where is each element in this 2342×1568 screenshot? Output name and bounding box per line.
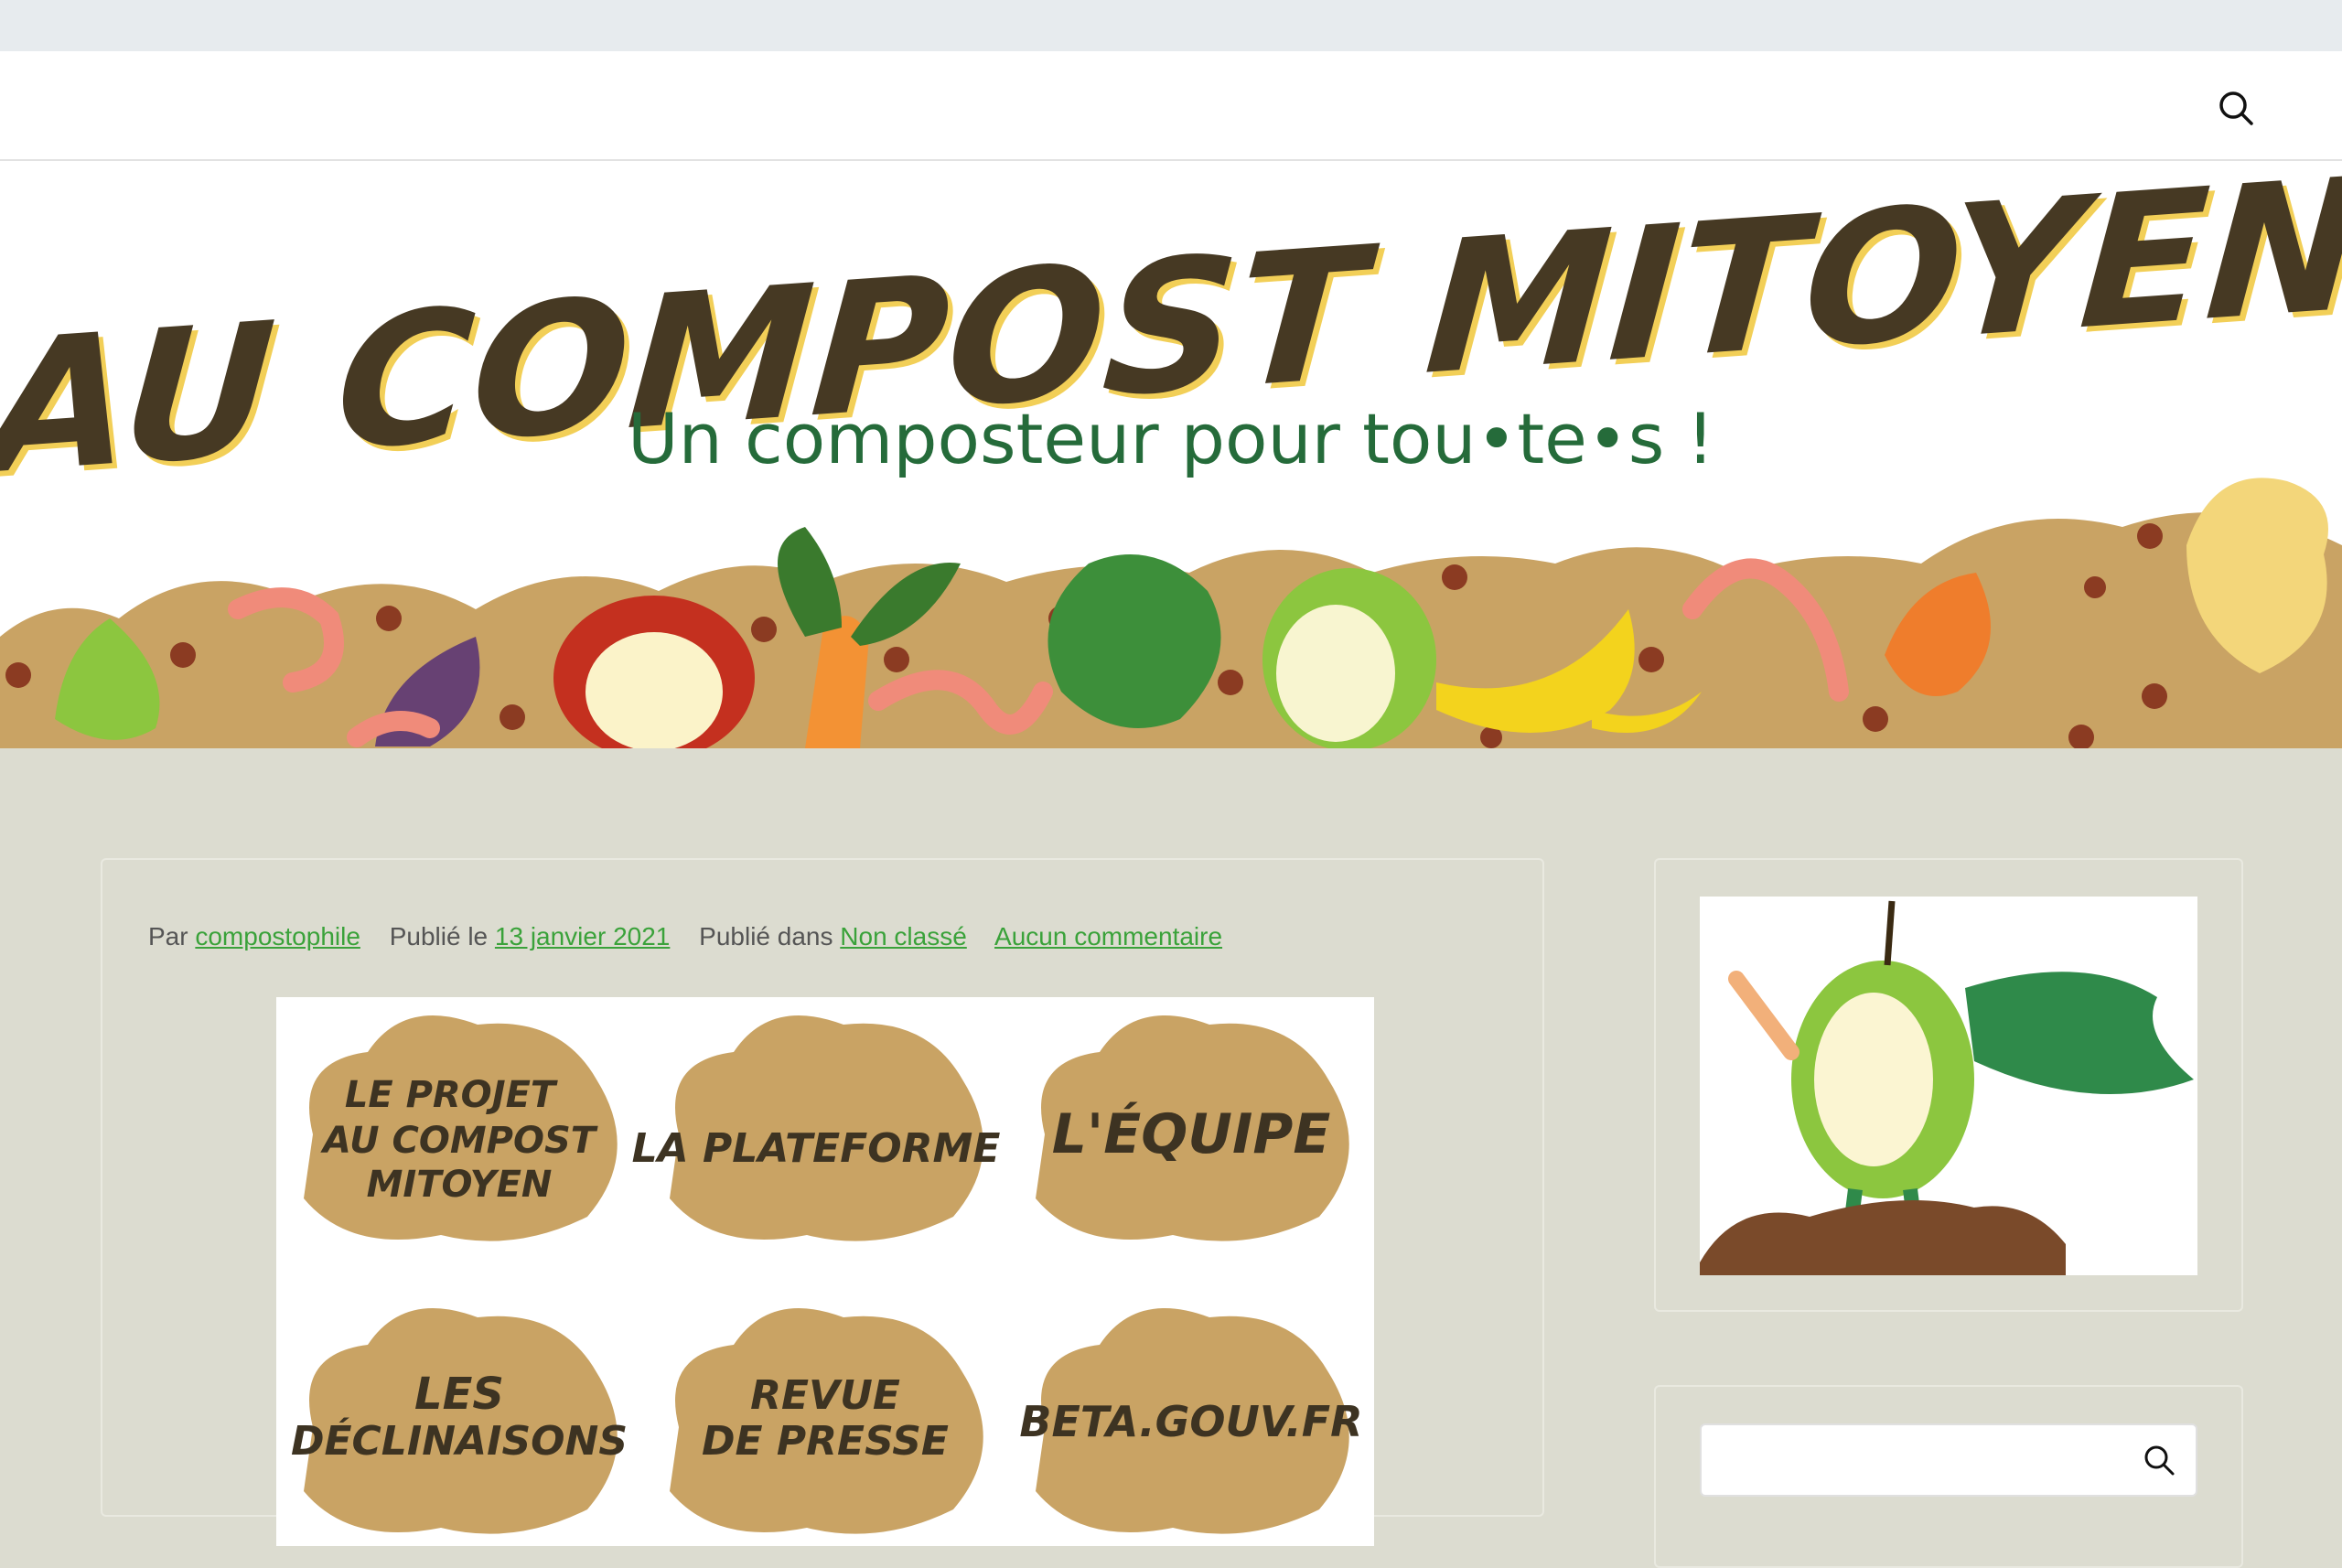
meta-by-label: Par (148, 922, 188, 950)
banner-subtitle: Un composteur pour tou•te•s ! (628, 398, 1714, 479)
meta-category-link[interactable]: Non classé (840, 922, 967, 950)
search-icon[interactable] (2141, 1442, 2177, 1478)
post-tile-grid: LE PROJET AU COMPOST MITOYEN LA PLATEFOR… (276, 997, 1374, 1546)
sidebar-search-widget (1654, 1385, 2243, 1568)
meta-author-link[interactable]: compostophile (195, 922, 360, 950)
sidebar-image-widget (1654, 858, 2243, 1312)
tile-beta-gouv[interactable]: BETA.GOUV.FR (1019, 1308, 1363, 1534)
tile-revue-line2: DE PRESSE (702, 1418, 949, 1465)
header-search-button[interactable] (2214, 86, 2258, 130)
meta-date-link[interactable]: 13 janvier 2021 (495, 922, 670, 950)
tile-equipe[interactable]: L'ÉQUIPE (1036, 1015, 1349, 1241)
tile-le-projet[interactable]: LE PROJET AU COMPOST MITOYEN (304, 1015, 618, 1241)
top-strip (0, 0, 2342, 51)
superhero-apple-image (1700, 897, 2197, 1275)
meta-category-label: Publié dans (699, 922, 833, 950)
post-meta: Par compostophile Publié le 13 janvier 2… (148, 922, 1222, 951)
tile-declinaisons[interactable]: LES DÉCLINAISONS (291, 1308, 628, 1534)
sidebar-search-input[interactable] (1720, 1433, 2126, 1489)
tile-beta-gouv-label: BETA.GOUV.FR (1019, 1397, 1362, 1446)
tile-declinaisons-line2: DÉCLINAISONS (291, 1416, 628, 1465)
site-banner[interactable]: AU COMPOST MITOYEN AU COMPOST MITOYEN Un… (0, 161, 2342, 748)
sidebar-search-box (1700, 1423, 2197, 1497)
superhero-apple-illustration (1700, 900, 2194, 1275)
tile-grid-svg: LE PROJET AU COMPOST MITOYEN LA PLATEFOR… (291, 1015, 1363, 1534)
lettuce-leaf (1047, 554, 1221, 728)
tile-le-projet-line2: AU COMPOST (320, 1120, 598, 1162)
tile-revue-line1: REVUE (750, 1372, 900, 1419)
tile-declinaisons-line1: LES (414, 1369, 504, 1420)
tile-revue-de-presse[interactable]: REVUE DE PRESSE (670, 1308, 983, 1534)
tile-le-projet-line1: LE PROJET (345, 1074, 558, 1116)
site-header (0, 51, 2342, 161)
tile-equipe-label: L'ÉQUIPE (1052, 1101, 1331, 1166)
banner-illustration: AU COMPOST MITOYEN AU COMPOST MITOYEN Un… (0, 161, 2342, 748)
tile-la-plateforme[interactable]: LA PLATEFORME (632, 1015, 1001, 1241)
post-card: Par compostophile Publié le 13 janvier 2… (101, 858, 1544, 1546)
meta-comments-link[interactable]: Aucun commentaire (994, 922, 1222, 950)
tile-le-projet-line3: MITOYEN (367, 1164, 553, 1206)
meta-published-label: Publié le (389, 922, 489, 950)
search-icon (2219, 91, 2253, 125)
apple-core-green (1262, 568, 1436, 748)
tile-la-plateforme-label: LA PLATEFORME (632, 1125, 1001, 1172)
